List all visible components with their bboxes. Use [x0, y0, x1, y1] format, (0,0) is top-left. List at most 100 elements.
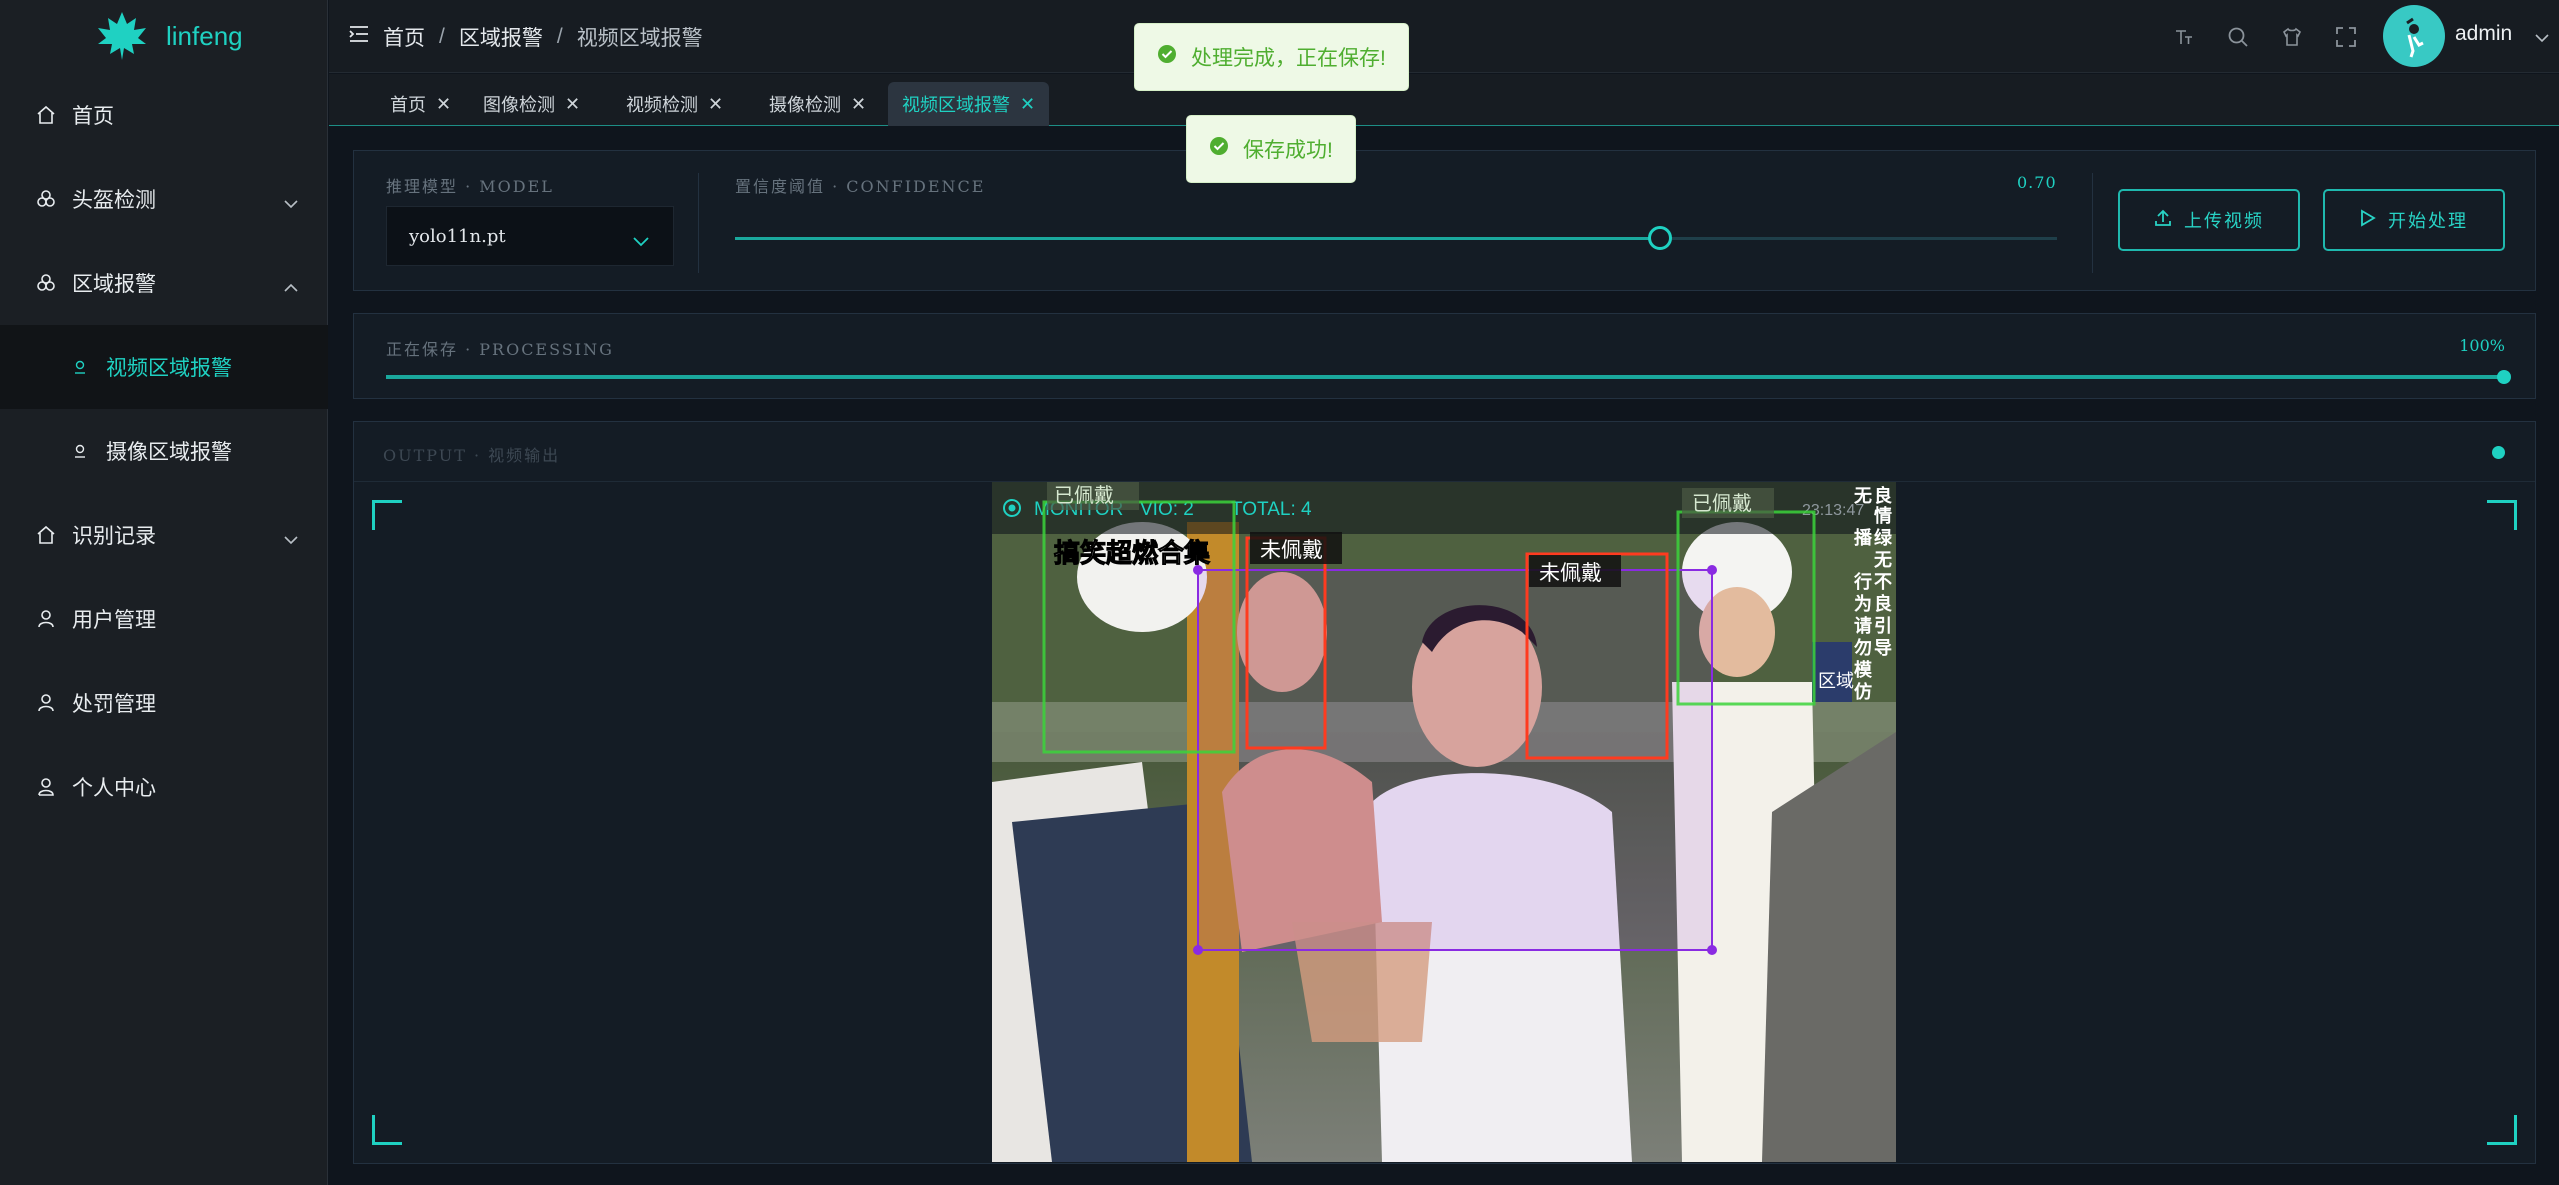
font-size-icon[interactable]: [2171, 24, 2197, 50]
success-icon: [1209, 136, 1229, 162]
upload-video-button[interactable]: 上传视频: [2118, 189, 2300, 251]
close-icon[interactable]: ✕: [708, 94, 723, 115]
sidebar: linfeng 首页 头盔检测 区域报警 视频区域报警 摄像区域报警 识别记录: [0, 0, 328, 1185]
close-icon[interactable]: ✕: [565, 94, 580, 115]
tab-label: 图像检测: [483, 95, 555, 115]
theme-icon[interactable]: [2279, 24, 2305, 50]
model-select[interactable]: yolo11n.pt: [386, 206, 674, 266]
chevron-down-icon[interactable]: [2535, 30, 2549, 48]
user-name[interactable]: admin: [2455, 22, 2512, 46]
side-text: 无: [1854, 486, 1872, 507]
output-label: OUTPUT · 视频输出: [383, 446, 561, 465]
start-processing-button[interactable]: 开始处理: [2323, 189, 2505, 251]
user-icon: [36, 609, 56, 629]
sidebar-menu: 首页 头盔检测 区域报警 视频区域报警 摄像区域报警 识别记录 用户管理 处罚管…: [0, 73, 328, 829]
tab-home[interactable]: 首页 ✕: [376, 82, 465, 126]
confidence-slider-track[interactable]: [735, 226, 2057, 250]
confidence-value: 0.70: [2017, 173, 2057, 192]
progress-panel: 正在保存 · PROCESSING 100%: [353, 313, 2536, 399]
side-text: 为: [1854, 593, 1872, 615]
upload-label: 上传视频: [2184, 211, 2264, 232]
breadcrumb: 首页 / 区域报警 / 视频区域报警: [349, 22, 703, 52]
frame-corner: [372, 1115, 402, 1145]
side-text: 绿: [1874, 527, 1893, 549]
sidebar-item-profile[interactable]: 个人中心: [0, 745, 328, 829]
video-caption: 搞笑超燃合集: [1054, 538, 1211, 569]
sidebar-item-label: 个人中心: [72, 777, 156, 800]
profile-icon: [36, 777, 56, 797]
toast-text: 处理完成，正在保存!: [1191, 47, 1386, 70]
live-indicator-dot: [2492, 446, 2505, 459]
area-icon: [36, 273, 56, 293]
sidebar-item-home[interactable]: 首页: [0, 73, 328, 157]
chevron-up-icon: [284, 275, 298, 299]
side-text: 不: [1874, 572, 1892, 593]
tab-label: 视频检测: [626, 95, 698, 115]
side-text: 良: [1874, 593, 1892, 615]
sidebar-item-label: 用户管理: [72, 609, 156, 632]
sign-text: 区域: [1818, 671, 1854, 692]
toast-save-success: 保存成功!: [1186, 115, 1356, 183]
tab-bar: 首页 ✕ 图像检测 ✕ 视频检测 ✕ 摄像检测 ✕ 视频区域报警 ✕: [329, 74, 2559, 126]
maple-leaf-icon: [98, 12, 146, 60]
penalty-icon: [36, 693, 56, 713]
close-icon[interactable]: ✕: [1020, 94, 1035, 115]
side-text: 勿: [1853, 637, 1872, 659]
app-name: linfeng: [166, 20, 243, 51]
sidebar-item-label: 头盔检测: [72, 189, 156, 212]
confidence-slider-thumb[interactable]: [1648, 226, 1673, 250]
breadcrumb-separator: /: [439, 25, 445, 48]
camera-icon: [70, 357, 90, 377]
tab-image-detection[interactable]: 图像检测 ✕: [469, 82, 594, 126]
chevron-down-icon: [633, 231, 649, 252]
logo[interactable]: linfeng: [96, 10, 243, 62]
tab-camera-detection[interactable]: 摄像检测 ✕: [755, 82, 880, 126]
close-icon[interactable]: ✕: [851, 94, 866, 115]
confidence-slider-fill: [735, 237, 1661, 240]
sidebar-item-records[interactable]: 识别记录: [0, 493, 328, 577]
sidebar-item-label: 区域报警: [72, 273, 156, 296]
alarm-zone: [1197, 569, 1713, 951]
output-header: OUTPUT · 视频输出: [354, 422, 2535, 482]
camera-icon: [70, 441, 90, 461]
confidence-label: 置信度阈值 · CONFIDENCE: [735, 177, 986, 196]
chevron-down-icon: [284, 191, 298, 215]
tab-video-area-alarm[interactable]: 视频区域报警 ✕: [888, 82, 1050, 126]
tab-label: 首页: [390, 95, 426, 115]
frame-corner: [372, 500, 402, 530]
fullscreen-icon[interactable]: [2333, 24, 2359, 50]
detection-label: 已佩戴: [1054, 483, 1114, 507]
detection-label: 未佩戴: [1260, 538, 1323, 562]
toast-text: 保存成功!: [1243, 139, 1333, 162]
model-label: 推理模型 · MODEL: [386, 177, 554, 196]
sidebar-item-area-alarm[interactable]: 区域报警: [0, 241, 328, 325]
sidebar-item-label: 摄像区域报警: [106, 441, 232, 464]
sidebar-item-penalty-management[interactable]: 处罚管理: [0, 661, 328, 745]
toast-processing-complete: 处理完成，正在保存!: [1134, 23, 1409, 91]
progress-bar-track: [386, 370, 2511, 384]
breadcrumb-item[interactable]: 首页: [383, 22, 425, 52]
play-icon: [2360, 208, 2376, 232]
sidebar-item-label: 首页: [72, 105, 114, 128]
side-text: 行: [1853, 571, 1872, 593]
sidebar-item-label: 识别记录: [72, 525, 156, 548]
sidebar-item-video-area-alarm[interactable]: 视频区域报警: [0, 325, 328, 409]
chevron-down-icon: [284, 527, 298, 551]
side-text: 请: [1854, 616, 1872, 637]
sidebar-item-helmet-detection[interactable]: 头盔检测: [0, 157, 328, 241]
frame-corner: [2487, 1115, 2517, 1145]
sidebar-item-user-management[interactable]: 用户管理: [0, 577, 328, 661]
side-text: 无: [1874, 550, 1892, 571]
sidebar-item-label: 处罚管理: [72, 693, 156, 716]
video-output[interactable]: MONITOR VIO: 2 TOTAL: 4 23:13:47 搞笑超燃合集 …: [992, 482, 1896, 1162]
breadcrumb-item[interactable]: 区域报警: [459, 22, 543, 52]
success-icon: [1157, 44, 1177, 70]
avatar[interactable]: [2383, 5, 2445, 67]
video-frame: MONITOR VIO: 2 TOTAL: 4 23:13:47 搞笑超燃合集 …: [992, 482, 1896, 1162]
search-icon[interactable]: [2225, 24, 2251, 50]
menu-toggle-icon[interactable]: [349, 25, 369, 49]
close-icon[interactable]: ✕: [436, 94, 451, 115]
home-icon: [36, 105, 56, 125]
sidebar-item-camera-area-alarm[interactable]: 摄像区域报警: [0, 409, 328, 493]
tab-video-detection[interactable]: 视频检测 ✕: [612, 82, 737, 126]
